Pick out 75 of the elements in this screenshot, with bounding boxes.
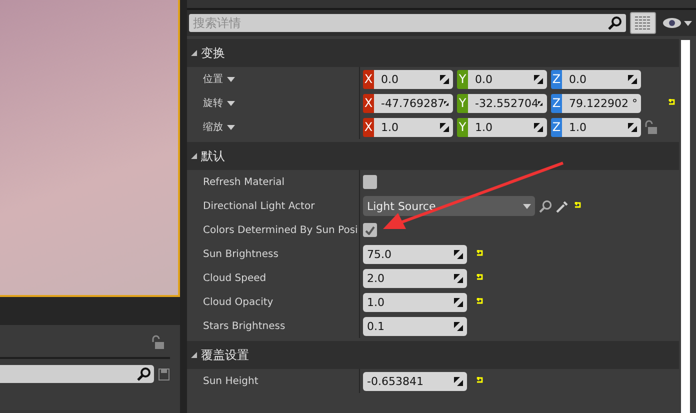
visibility-button[interactable] (660, 17, 694, 29)
number-field[interactable]: 0.0 (468, 70, 547, 88)
axis-label: Y (457, 94, 468, 112)
resize-icon (454, 376, 463, 386)
section-header[interactable]: 覆盖设置 (187, 341, 679, 369)
property-label: 旋转 (203, 96, 223, 110)
checkbox[interactable] (363, 175, 377, 189)
property-label: 缩放 (203, 120, 223, 134)
property-label: 位置 (203, 72, 223, 86)
property-label: Refresh Material (203, 176, 285, 188)
reset-arrow-icon[interactable] (475, 250, 484, 258)
reset-arrow-icon[interactable] (475, 274, 484, 282)
axis-label: Z (551, 118, 562, 136)
resize-icon (628, 74, 637, 84)
resize-icon (444, 98, 449, 108)
axis-label: Y (457, 70, 468, 88)
number-field[interactable]: 1.0 (374, 118, 453, 136)
number-field[interactable]: -32.552704 (468, 94, 547, 112)
search-field[interactable] (0, 365, 154, 383)
property-label: Cloud Opacity (203, 296, 274, 308)
resize-icon (534, 122, 543, 132)
caret-icon[interactable] (227, 100, 235, 106)
number-field[interactable]: 1.0 (562, 118, 641, 136)
open-lock-icon[interactable] (152, 335, 164, 349)
number-field[interactable]: 2.0 (363, 268, 467, 288)
number-field[interactable]: 75.0 (363, 244, 467, 264)
save-icon[interactable] (158, 368, 170, 380)
axis-label: X (363, 94, 374, 112)
number-field[interactable]: -47.769287 (374, 94, 453, 112)
search-icon[interactable] (608, 16, 622, 30)
property-label: Sun Height (203, 376, 258, 386)
property-label: Sun Brightness (203, 248, 278, 260)
resize-icon (454, 274, 463, 282)
property-label: Colors Determined By Sun Posi (203, 224, 358, 236)
number-field[interactable]: 0.1 (363, 316, 467, 336)
number-field[interactable]: 0.0 (374, 70, 453, 88)
search-field[interactable]: 搜索详情 (189, 14, 626, 32)
reset-arrow-icon[interactable] (667, 99, 676, 107)
eyedropper-icon[interactable] (556, 200, 569, 212)
number-field[interactable]: 0.0 (562, 70, 641, 88)
resize-icon (534, 74, 543, 84)
section-header[interactable]: 默认 (187, 142, 679, 170)
resize-icon (440, 122, 449, 132)
reset-arrow-icon[interactable] (475, 298, 484, 306)
caret-icon[interactable] (227, 124, 235, 130)
number-field[interactable]: -0.653841 (363, 372, 467, 390)
axis-label: X (363, 70, 374, 88)
resize-icon (454, 250, 463, 258)
reset-arrow-icon[interactable] (475, 377, 484, 385)
resize-icon (454, 298, 463, 306)
actor-dropdown[interactable]: Light Source (363, 196, 535, 216)
grid-icon (635, 16, 651, 30)
property-label: Directional Light Actor (203, 200, 315, 212)
resize-icon (440, 74, 449, 84)
search-icon[interactable] (137, 367, 151, 381)
axis-label: X (363, 118, 374, 136)
resize-icon (628, 122, 637, 132)
resize-icon (454, 322, 463, 330)
section-header[interactable]: 变换 (187, 39, 679, 67)
axis-label: Z (551, 94, 562, 112)
property-label: Cloud Speed (203, 272, 266, 284)
reset-arrow-icon[interactable] (573, 202, 582, 210)
scrollbar[interactable] (681, 40, 690, 413)
caret-icon[interactable] (227, 76, 235, 82)
number-field[interactable]: 1.0 (363, 292, 467, 312)
property-label: Stars Brightness (203, 320, 286, 332)
axis-label: Z (551, 70, 562, 88)
checkbox[interactable] (363, 223, 377, 237)
resize-icon (538, 98, 543, 108)
open-lock-icon[interactable] (645, 120, 657, 134)
number-field[interactable]: 79.122902 ° (562, 94, 641, 112)
browse-icon[interactable] (539, 200, 552, 212)
number-field[interactable]: 1.0 (468, 118, 547, 136)
grid-view-button[interactable] (630, 12, 656, 34)
axis-label: Y (457, 118, 468, 136)
